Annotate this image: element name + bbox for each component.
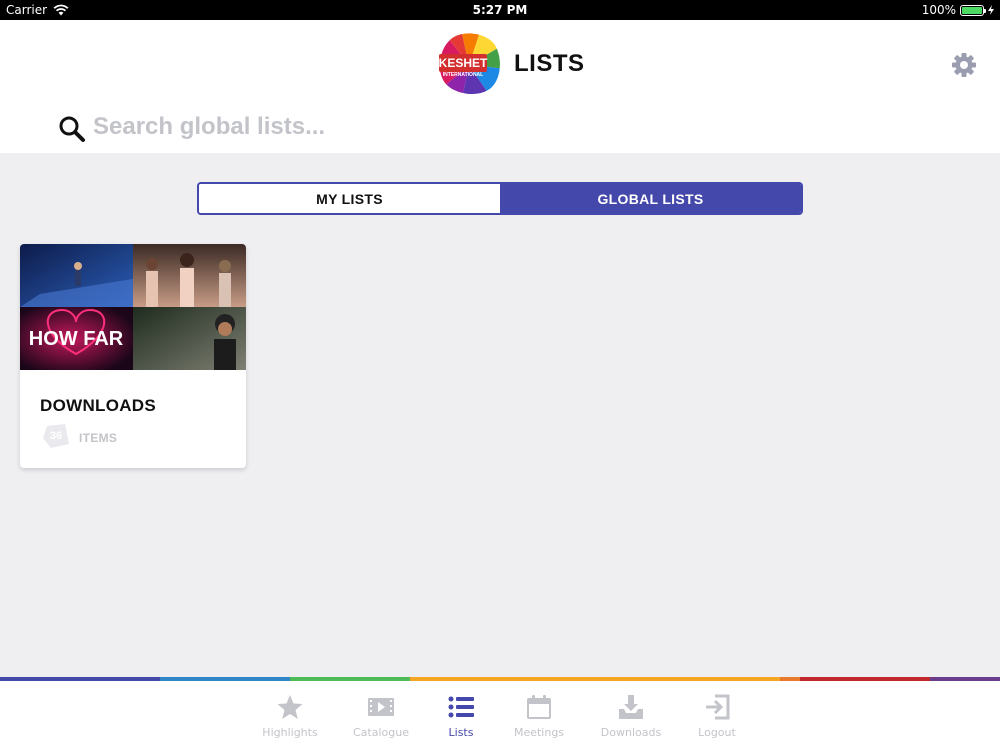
keshet-logo: KESHET INTERNATIONAL bbox=[439, 33, 500, 95]
tab-label: Meetings bbox=[513, 726, 565, 739]
charging-icon bbox=[988, 5, 994, 15]
logo-subtext: INTERNATIONAL bbox=[443, 72, 483, 78]
calendar-icon bbox=[527, 695, 551, 719]
battery-icon bbox=[960, 4, 986, 16]
list-scope-segmented-control: MY LISTS GLOBAL LISTS bbox=[197, 182, 803, 215]
page-title: LISTS bbox=[514, 50, 585, 77]
status-time: 5:27 PM bbox=[472, 3, 528, 17]
item-count-label: ITEMS bbox=[79, 431, 118, 445]
tab-label: Highlights bbox=[262, 726, 318, 739]
tab-my-lists[interactable]: MY LISTS bbox=[199, 184, 500, 213]
tab-lists[interactable]: Lists bbox=[421, 693, 501, 739]
gear-icon[interactable] bbox=[950, 51, 978, 79]
tab-catalogue[interactable]: Catalogue bbox=[341, 693, 421, 739]
item-count: 36 bbox=[49, 430, 63, 442]
list-thumbnail-collage: HOW FAR bbox=[20, 244, 246, 370]
tab-downloads[interactable]: Downloads bbox=[591, 693, 671, 739]
tab-bar: Highlights Catalogue Lists Meetings Down… bbox=[0, 681, 1000, 750]
tab-logout[interactable]: Logout bbox=[677, 693, 757, 739]
battery-percent: 100% bbox=[921, 3, 956, 17]
tab-highlights[interactable]: Highlights bbox=[250, 693, 330, 739]
film-icon bbox=[368, 698, 394, 716]
list-icon bbox=[448, 696, 474, 718]
tab-label: Logout bbox=[698, 726, 736, 739]
star-icon bbox=[277, 695, 303, 719]
list-title: DOWNLOADS bbox=[40, 396, 157, 415]
tab-label: Catalogue bbox=[353, 726, 409, 739]
thumbnail-overlay-text: HOW FAR bbox=[29, 328, 124, 350]
list-card[interactable]: HOW FAR DOWNLOADS 36 ITEMS bbox=[20, 244, 246, 468]
search-input[interactable] bbox=[93, 108, 693, 146]
tab-global-lists[interactable]: GLOBAL LISTS bbox=[500, 184, 801, 213]
download-icon bbox=[619, 695, 643, 719]
search-icon bbox=[59, 116, 85, 142]
logo-text: KESHET bbox=[439, 56, 488, 70]
header: KESHET INTERNATIONAL LISTS bbox=[0, 20, 1000, 153]
status-bar: Carrier 5:27 PM 100% bbox=[0, 0, 1000, 20]
tab-label: Downloads bbox=[600, 726, 662, 739]
tab-meetings[interactable]: Meetings bbox=[499, 693, 579, 739]
tab-label: Lists bbox=[448, 726, 474, 739]
logout-icon bbox=[706, 694, 730, 720]
battery-fill bbox=[962, 6, 982, 14]
status-right: 100% bbox=[922, 3, 994, 17]
